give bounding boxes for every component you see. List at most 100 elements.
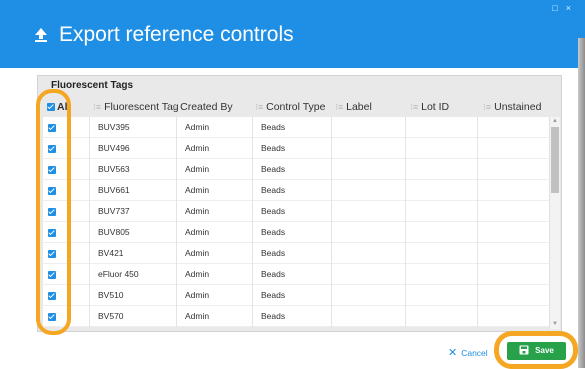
cell-label bbox=[331, 285, 405, 306]
cell-created-by: Admin bbox=[176, 264, 252, 285]
cell-lot-id bbox=[405, 285, 477, 306]
cell-control-type: Beads bbox=[252, 222, 331, 243]
cell-fluorescent-tag: BV421 bbox=[89, 243, 176, 264]
cell-fluorescent-tag: BUV661 bbox=[89, 180, 176, 201]
cell-fluorescent-tag: BUV805 bbox=[89, 222, 176, 243]
cell-lot-id bbox=[405, 159, 477, 180]
table-scrollbar[interactable]: ▲ ▼ bbox=[549, 117, 560, 329]
cell-lot-id bbox=[405, 222, 477, 243]
cell-created-by: Admin bbox=[176, 180, 252, 201]
col-header-unstained[interactable]: ⁝≡ Unstained bbox=[483, 97, 541, 117]
col-header-fluorescent-tag[interactable]: ⁝≡ Fluorescent Tag bbox=[93, 97, 179, 117]
cell-label bbox=[331, 243, 405, 264]
cell-label bbox=[331, 138, 405, 159]
cell-lot-id bbox=[405, 201, 477, 222]
cell-fluorescent-tag: BUV563 bbox=[89, 159, 176, 180]
cell-label bbox=[331, 117, 405, 138]
cell-unstained bbox=[477, 138, 549, 159]
cell-unstained bbox=[477, 264, 549, 285]
col-header-label[interactable]: ⁝≡ Label bbox=[335, 97, 372, 117]
cell-created-by: Admin bbox=[176, 285, 252, 306]
scroll-up-icon[interactable]: ▲ bbox=[550, 117, 560, 126]
cell-unstained bbox=[477, 201, 549, 222]
save-button-highlight bbox=[494, 331, 578, 369]
cell-created-by: Admin bbox=[176, 243, 252, 264]
cell-unstained bbox=[477, 117, 549, 138]
table-row[interactable]: BUV661 Admin Beads bbox=[43, 180, 549, 201]
cell-control-type: Beads bbox=[252, 201, 331, 222]
cell-control-type: Beads bbox=[252, 117, 331, 138]
cell-control-type: Beads bbox=[252, 285, 331, 306]
cancel-button[interactable]: ✕ Cancel bbox=[448, 346, 488, 359]
table-row[interactable]: BUV563 Admin Beads bbox=[43, 159, 549, 180]
cell-lot-id bbox=[405, 117, 477, 138]
table-row[interactable]: BUV395 Admin Beads bbox=[43, 117, 549, 138]
cell-fluorescent-tag: BUV395 bbox=[89, 117, 176, 138]
cell-control-type: Beads bbox=[252, 243, 331, 264]
col-header-lot-id[interactable]: ⁝≡ Lot ID bbox=[410, 97, 449, 117]
cell-unstained bbox=[477, 285, 549, 306]
cell-control-type: Beads bbox=[252, 264, 331, 285]
window-shadow bbox=[578, 38, 585, 368]
cell-control-type: Beads bbox=[252, 138, 331, 159]
cell-label bbox=[331, 264, 405, 285]
maximize-icon[interactable]: □ bbox=[552, 3, 565, 13]
cell-unstained bbox=[477, 222, 549, 243]
export-icon bbox=[35, 28, 47, 42]
cell-control-type: Beads bbox=[252, 159, 331, 180]
window-controls[interactable]: □× bbox=[552, 3, 579, 13]
table-row[interactable]: BV510 Admin Beads bbox=[43, 285, 549, 306]
sort-icon[interactable]: ⁝≡ bbox=[483, 102, 491, 112]
cell-fluorescent-tag: BUV737 bbox=[89, 201, 176, 222]
table-row[interactable]: BV570 Admin Beads bbox=[43, 306, 549, 327]
cell-unstained bbox=[477, 180, 549, 201]
cell-label bbox=[331, 159, 405, 180]
close-icon: ✕ bbox=[448, 347, 458, 359]
scroll-down-icon[interactable]: ▼ bbox=[550, 320, 560, 329]
table-row[interactable]: eFluor 450 Admin Beads bbox=[43, 264, 549, 285]
table-row[interactable]: BUV737 Admin Beads bbox=[43, 201, 549, 222]
cell-unstained bbox=[477, 159, 549, 180]
close-window-icon[interactable]: × bbox=[566, 3, 579, 13]
cell-created-by: Admin bbox=[176, 201, 252, 222]
cell-control-type: Beads bbox=[252, 180, 331, 201]
col-header-control-type[interactable]: ⁝≡ Control Type bbox=[255, 97, 325, 117]
cell-fluorescent-tag: BV510 bbox=[89, 285, 176, 306]
table-row[interactable]: BUV805 Admin Beads bbox=[43, 222, 549, 243]
sort-icon[interactable]: ⁝≡ bbox=[93, 102, 101, 112]
cell-created-by: Admin bbox=[176, 306, 252, 327]
sort-icon[interactable]: ⁝≡ bbox=[255, 102, 263, 112]
sort-icon[interactable]: ⁝≡ bbox=[335, 102, 343, 112]
sort-icon[interactable]: ⁝≡ bbox=[410, 102, 418, 112]
cell-unstained bbox=[477, 243, 549, 264]
dialog-title: Export reference controls bbox=[59, 23, 294, 46]
cell-lot-id bbox=[405, 138, 477, 159]
scroll-thumb[interactable] bbox=[551, 127, 559, 193]
cell-created-by: Admin bbox=[176, 222, 252, 243]
table-header: All ⁝≡ Fluorescent Tag ⁝≡ Created By ⁝≡ Con… bbox=[43, 97, 549, 117]
panel-title: Fluorescent Tags bbox=[51, 80, 134, 91]
cell-control-type: Beads bbox=[252, 306, 331, 327]
cell-unstained bbox=[477, 306, 549, 327]
cell-fluorescent-tag: BV570 bbox=[89, 306, 176, 327]
cancel-label: Cancel bbox=[461, 348, 488, 358]
table-body: BUV395 Admin Beads BUV496 Admin Beads BUV563 Ad… bbox=[43, 117, 549, 327]
cell-label bbox=[331, 180, 405, 201]
table-row[interactable]: BUV496 Admin Beads bbox=[43, 138, 549, 159]
cell-label bbox=[331, 222, 405, 243]
table-row[interactable]: BV421 Admin Beads bbox=[43, 243, 549, 264]
sort-icon[interactable]: ⁝≡ bbox=[169, 102, 177, 112]
cell-fluorescent-tag: eFluor 450 bbox=[89, 264, 176, 285]
cell-label bbox=[331, 201, 405, 222]
cell-created-by: Admin bbox=[176, 138, 252, 159]
cell-label bbox=[331, 306, 405, 327]
cell-lot-id bbox=[405, 306, 477, 327]
dialog-header: □× Export reference controls bbox=[0, 0, 585, 68]
col-header-created-by[interactable]: ⁝≡ Created By bbox=[169, 97, 233, 117]
cell-created-by: Admin bbox=[176, 159, 252, 180]
cell-lot-id bbox=[405, 264, 477, 285]
cell-lot-id bbox=[405, 180, 477, 201]
cell-fluorescent-tag: BUV496 bbox=[89, 138, 176, 159]
cell-created-by: Admin bbox=[176, 117, 252, 138]
cell-lot-id bbox=[405, 243, 477, 264]
